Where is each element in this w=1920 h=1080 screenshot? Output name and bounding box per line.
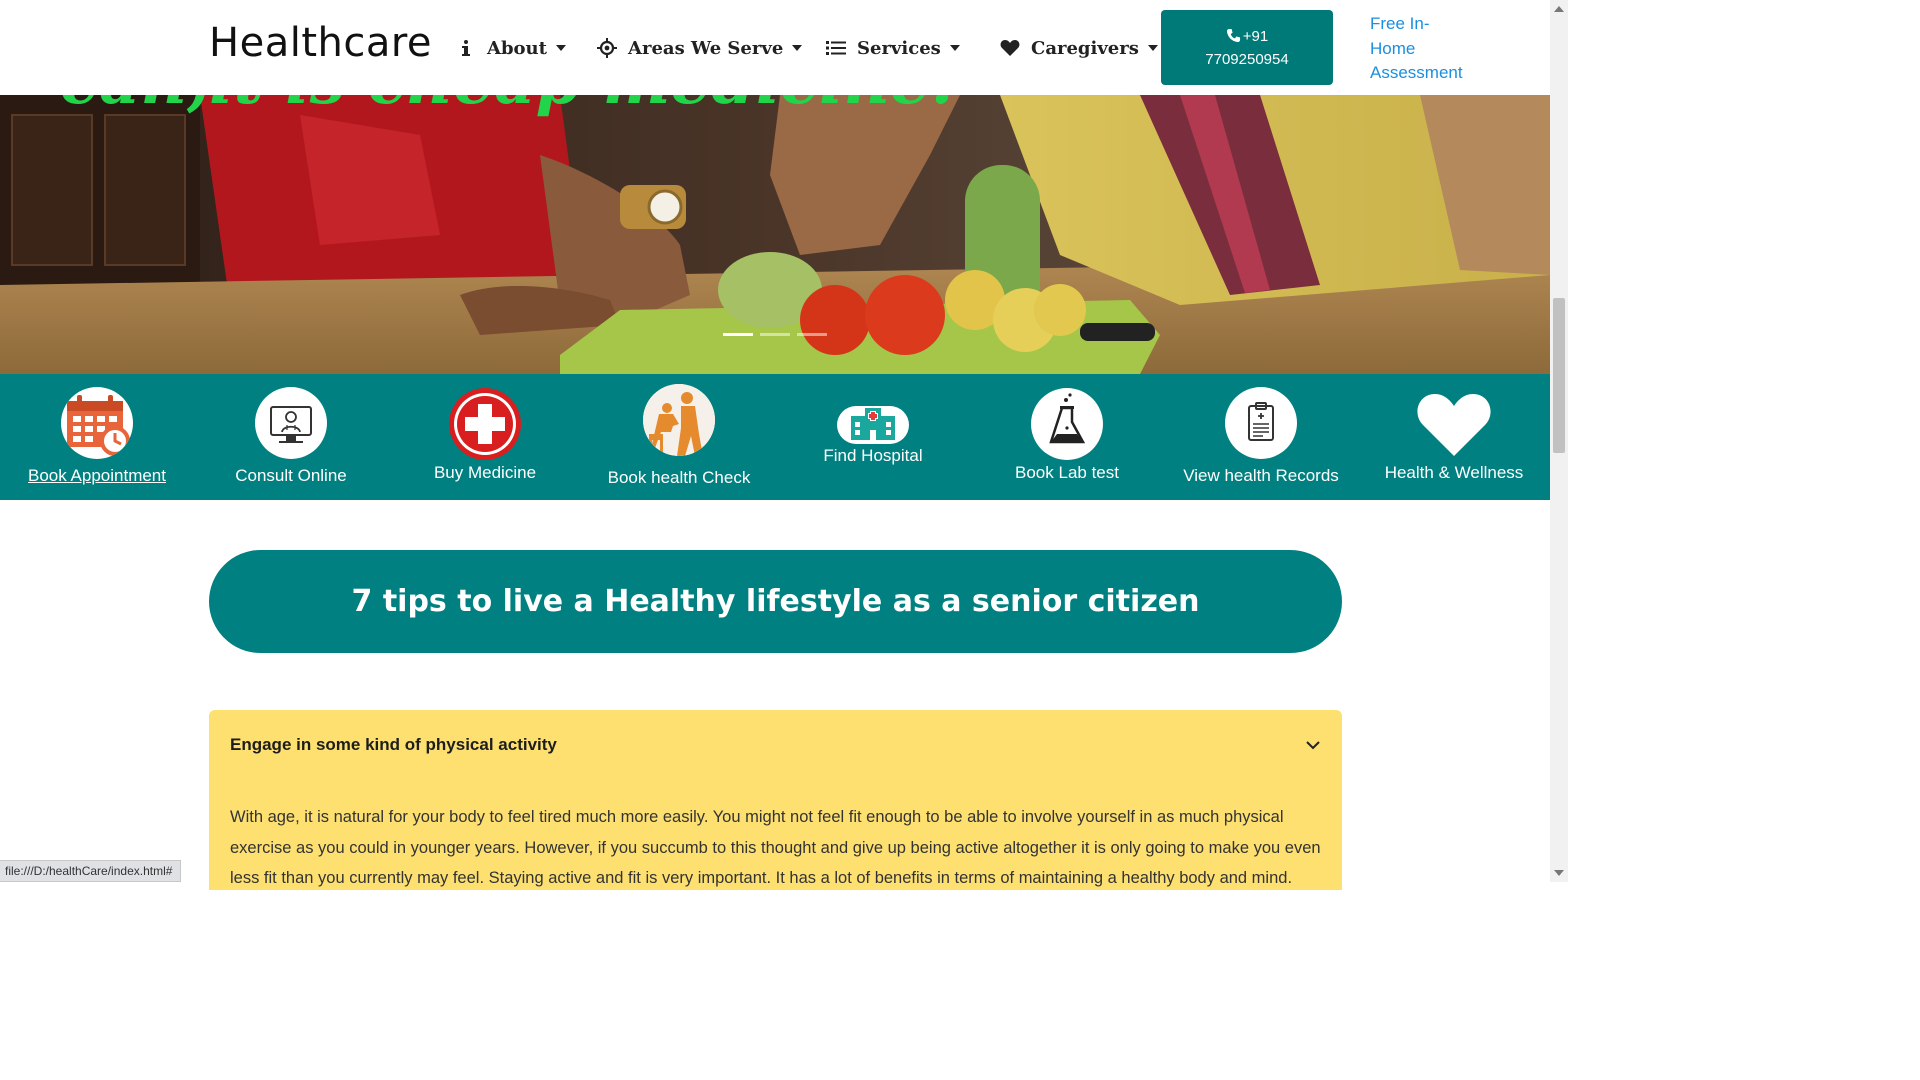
- chevron-down-icon: [1147, 45, 1158, 51]
- nav-areas-we-serve[interactable]: Areas We Serve: [596, 36, 803, 60]
- scroll-up-icon[interactable]: [1554, 6, 1564, 12]
- nav-about[interactable]: About: [455, 36, 566, 60]
- calendar-clock-icon: [61, 387, 133, 459]
- carousel-indicator-3[interactable]: [797, 333, 827, 336]
- chevron-down-icon: [1306, 741, 1320, 750]
- service-label: Buy Medicine: [433, 463, 537, 482]
- service-buy-medicine[interactable]: Buy Medicine: [388, 374, 582, 500]
- service-label: Book Appointment: [28, 466, 166, 485]
- accordion-body: With age, it is natural for your body to…: [230, 808, 1321, 887]
- nav-services-label: Services: [857, 37, 941, 59]
- caregiver-elder-icon: [643, 384, 715, 456]
- clipboard-records-icon: [1225, 387, 1297, 459]
- service-find-hospital[interactable]: Find Hospital: [776, 374, 970, 500]
- services-strip: Book Appointment Consult Online Buy Medi: [0, 374, 1550, 500]
- tips-heading: 7 tips to live a Healthy lifestyle as a …: [351, 584, 1200, 619]
- accordion-title: Engage in some kind of physical activity: [230, 735, 557, 754]
- hero-caption: can,it is cheap medicine.: [60, 95, 953, 119]
- nav-services[interactable]: Services: [825, 36, 960, 60]
- chevron-down-icon: [792, 45, 803, 51]
- free-assessment-link[interactable]: Free In-Home Assessment: [1370, 12, 1470, 86]
- hero-carousel[interactable]: can,it is cheap medicine.: [0, 95, 1550, 374]
- nav-about-label: About: [487, 37, 547, 59]
- tips-heading-banner: 7 tips to live a Healthy lifestyle as a …: [209, 550, 1342, 653]
- scroll-down-icon[interactable]: [1554, 870, 1564, 876]
- heart-icon: [1416, 392, 1492, 458]
- carousel-indicators: [723, 333, 827, 336]
- scrollbar-thumb[interactable]: [1553, 298, 1565, 453]
- phone-prefix: +91: [1242, 28, 1269, 45]
- carousel-indicator-2[interactable]: [760, 333, 790, 336]
- hospital-building-icon: [837, 406, 909, 444]
- nav-caregivers-label: Caregivers: [1031, 37, 1139, 59]
- chevron-down-icon: [949, 45, 960, 51]
- service-label: View health Records: [1183, 466, 1339, 485]
- service-label: Consult Online: [235, 466, 347, 485]
- lab-flask-icon: [1031, 388, 1103, 460]
- tips-accordion: Engage in some kind of physical activity…: [209, 710, 1342, 890]
- service-view-health-records[interactable]: View health Records: [1164, 374, 1358, 500]
- service-book-lab-test[interactable]: Book Lab test: [970, 374, 1164, 500]
- carousel-indicator-1[interactable]: [723, 333, 753, 336]
- service-label: Find Hospital: [823, 446, 923, 465]
- phone-icon: [1226, 28, 1241, 49]
- service-label: Health & Wellness: [1384, 463, 1524, 482]
- heart-icon: [999, 37, 1021, 59]
- accordion-header-physical-activity[interactable]: Engage in some kind of physical activity: [209, 710, 1342, 780]
- navbar: Healthcare About Areas We Serve Services…: [0, 0, 1550, 95]
- nav-caregivers[interactable]: Caregivers: [999, 36, 1158, 60]
- list-icon: [825, 37, 847, 59]
- info-icon: [455, 37, 477, 59]
- service-book-health-check[interactable]: Book health Check: [582, 374, 776, 500]
- brand-logo-text[interactable]: Healthcare: [209, 20, 432, 66]
- service-book-appointment[interactable]: Book Appointment: [0, 374, 194, 500]
- nav-areas-label: Areas We Serve: [628, 37, 784, 59]
- red-cross-icon: [449, 388, 521, 460]
- phone-number: 7709250954: [1205, 51, 1289, 68]
- service-health-wellness[interactable]: Health & Wellness: [1357, 374, 1551, 500]
- call-phone-button[interactable]: +91 7709250954: [1161, 10, 1333, 85]
- doctor-monitor-icon: [255, 387, 327, 459]
- page-scrollbar[interactable]: [1550, 0, 1568, 882]
- service-label: Book Lab test: [1015, 463, 1119, 482]
- status-bar-url: file:///D:/healthCare/index.html#: [0, 860, 182, 882]
- crosshair-icon: [596, 37, 618, 59]
- chevron-down-icon: [555, 45, 566, 51]
- service-consult-online[interactable]: Consult Online: [194, 374, 388, 500]
- service-label: Book health Check: [607, 468, 751, 487]
